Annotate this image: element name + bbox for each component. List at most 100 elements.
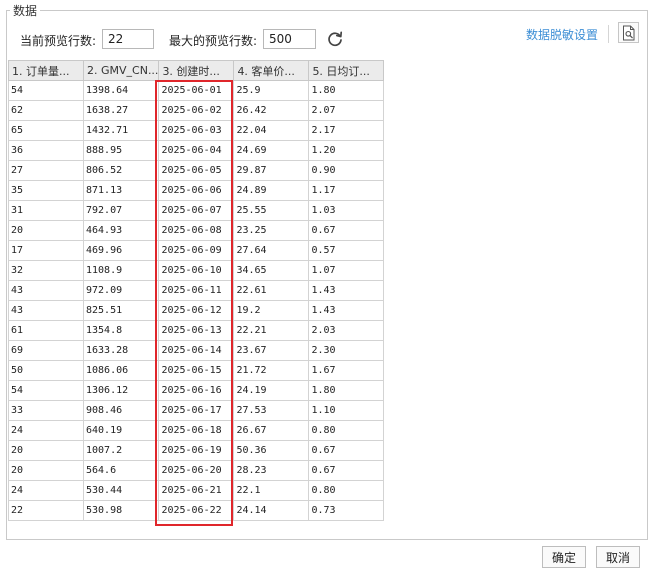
table-cell: 62: [8, 100, 84, 121]
table-row[interactable]: 69 1633.28 2025-06-14 23.67 2.30: [8, 340, 385, 361]
table-cell: 50.36: [233, 440, 310, 461]
table-cell: 1.20: [308, 140, 385, 161]
table-cell: 2025-06-01: [158, 80, 235, 101]
table-cell: 20: [8, 460, 84, 481]
table-cell: 21.72: [233, 360, 310, 381]
table-cell: 2.03: [308, 320, 385, 341]
table-cell: 24.89: [233, 180, 310, 201]
table-row[interactable]: 35 871.13 2025-06-06 24.89 1.17: [8, 180, 385, 201]
table-cell: 2025-06-02: [158, 100, 235, 121]
data-desensitize-settings-link[interactable]: 数据脱敏设置: [526, 26, 598, 43]
table-row[interactable]: 22 530.98 2025-06-22 24.14 0.73: [8, 500, 385, 521]
table-cell: 54: [8, 80, 84, 101]
column-header[interactable]: 1. 订单量...: [8, 60, 84, 81]
table-row[interactable]: 62 1638.27 2025-06-02 26.42 2.07: [8, 100, 385, 121]
table-cell: 0.67: [308, 220, 385, 241]
table-cell: 27: [8, 160, 84, 181]
table-row[interactable]: 43 825.51 2025-06-12 19.2 1.43: [8, 300, 385, 321]
table-cell: 1108.9: [82, 260, 160, 281]
table-cell: 1.67: [308, 360, 385, 381]
table-cell: 1306.12: [82, 380, 160, 401]
table-cell: 23.25: [233, 220, 310, 241]
table-row[interactable]: 20 464.93 2025-06-08 23.25 0.67: [8, 220, 385, 241]
table-cell: 1.80: [308, 380, 385, 401]
table-row[interactable]: 33 908.46 2025-06-17 27.53 1.10: [8, 400, 385, 421]
table-cell: 564.6: [82, 460, 160, 481]
table-cell: 2025-06-22: [158, 500, 235, 521]
table-cell: 22: [8, 500, 84, 521]
table-cell: 20: [8, 220, 84, 241]
table-row[interactable]: 36 888.95 2025-06-04 24.69 1.20: [8, 140, 385, 161]
table-row[interactable]: 54 1398.64 2025-06-01 25.9 1.80: [8, 80, 385, 101]
table-row[interactable]: 24 640.19 2025-06-18 26.67 0.80: [8, 420, 385, 441]
table-row[interactable]: 54 1306.12 2025-06-16 24.19 1.80: [8, 380, 385, 401]
table-row[interactable]: 65 1432.71 2025-06-03 22.04 2.17: [8, 120, 385, 141]
table-cell: 24.19: [233, 380, 310, 401]
column-header[interactable]: 3. 创建时...: [158, 60, 235, 81]
table-cell: 69: [8, 340, 84, 361]
table-cell: 43: [8, 300, 84, 321]
current-rows-input[interactable]: [102, 29, 154, 49]
data-preview-grid[interactable]: 1. 订单量... 2. GMV_CN... 3. 创建时... 4. 客单价.…: [8, 60, 642, 538]
table-cell: 825.51: [82, 300, 160, 321]
table-cell: 2025-06-18: [158, 420, 235, 441]
table-cell: 24.14: [233, 500, 310, 521]
table-cell: 0.73: [308, 500, 385, 521]
table-row[interactable]: 43 972.09 2025-06-11 22.61 1.43: [8, 280, 385, 301]
column-header[interactable]: 4. 客单价...: [233, 60, 310, 81]
table-cell: 2025-06-11: [158, 280, 235, 301]
table-cell: 1.03: [308, 200, 385, 221]
table-cell: 1007.2: [82, 440, 160, 461]
table-row[interactable]: 17 469.96 2025-06-09 27.64 0.57: [8, 240, 385, 261]
table-cell: 1.80: [308, 80, 385, 101]
table-cell: 36: [8, 140, 84, 161]
table-cell: 806.52: [82, 160, 160, 181]
table-row[interactable]: 61 1354.8 2025-06-13 22.21 2.03: [8, 320, 385, 341]
table-cell: 26.67: [233, 420, 310, 441]
table-cell: 2025-06-03: [158, 120, 235, 141]
refresh-icon[interactable]: [326, 30, 344, 48]
table-row[interactable]: 24 530.44 2025-06-21 22.1 0.80: [8, 480, 385, 501]
table-cell: 22.21: [233, 320, 310, 341]
cancel-button[interactable]: 取消: [596, 546, 640, 568]
toolbar-divider: [608, 25, 609, 43]
table-row[interactable]: 50 1086.06 2025-06-15 21.72 1.67: [8, 360, 385, 381]
table-cell: 1.17: [308, 180, 385, 201]
table-cell: 530.44: [82, 480, 160, 501]
data-table: 1. 订单量... 2. GMV_CN... 3. 创建时... 4. 客单价.…: [8, 60, 385, 521]
table-cell: 2025-06-05: [158, 160, 235, 181]
column-header[interactable]: 2. GMV_CN...: [82, 60, 160, 81]
max-rows-input[interactable]: [263, 29, 316, 49]
table-header-row: 1. 订单量... 2. GMV_CN... 3. 创建时... 4. 客单价.…: [8, 60, 385, 81]
table-cell: 24.69: [233, 140, 310, 161]
group-title: 数据: [10, 2, 41, 19]
table-row[interactable]: 31 792.07 2025-06-07 25.55 1.03: [8, 200, 385, 221]
table-cell: 1432.71: [82, 120, 160, 141]
ok-button[interactable]: 确定: [542, 546, 586, 568]
table-row[interactable]: 27 806.52 2025-06-05 29.87 0.90: [8, 160, 385, 181]
table-cell: 0.67: [308, 460, 385, 481]
table-row[interactable]: 20 564.6 2025-06-20 28.23 0.67: [8, 460, 385, 481]
table-row[interactable]: 32 1108.9 2025-06-10 34.65 1.07: [8, 260, 385, 281]
table-cell: 1354.8: [82, 320, 160, 341]
table-cell: 2025-06-09: [158, 240, 235, 261]
table-cell: 27.53: [233, 400, 310, 421]
table-cell: 2.17: [308, 120, 385, 141]
table-cell: 27.64: [233, 240, 310, 261]
table-cell: 2.30: [308, 340, 385, 361]
preview-button[interactable]: [618, 22, 639, 43]
column-header[interactable]: 5. 日均订...: [308, 60, 385, 81]
table-cell: 2025-06-20: [158, 460, 235, 481]
table-cell: 530.98: [82, 500, 160, 521]
current-rows-label: 当前预览行数:: [20, 34, 97, 48]
table-cell: 20: [8, 440, 84, 461]
table-cell: 2025-06-19: [158, 440, 235, 461]
table-row[interactable]: 20 1007.2 2025-06-19 50.36 0.67: [8, 440, 385, 461]
table-cell: 640.19: [82, 420, 160, 441]
table-cell: 0.80: [308, 480, 385, 501]
table-cell: 2025-06-21: [158, 480, 235, 501]
table-cell: 1.43: [308, 280, 385, 301]
table-cell: 0.90: [308, 160, 385, 181]
table-cell: 65: [8, 120, 84, 141]
table-cell: 2025-06-14: [158, 340, 235, 361]
